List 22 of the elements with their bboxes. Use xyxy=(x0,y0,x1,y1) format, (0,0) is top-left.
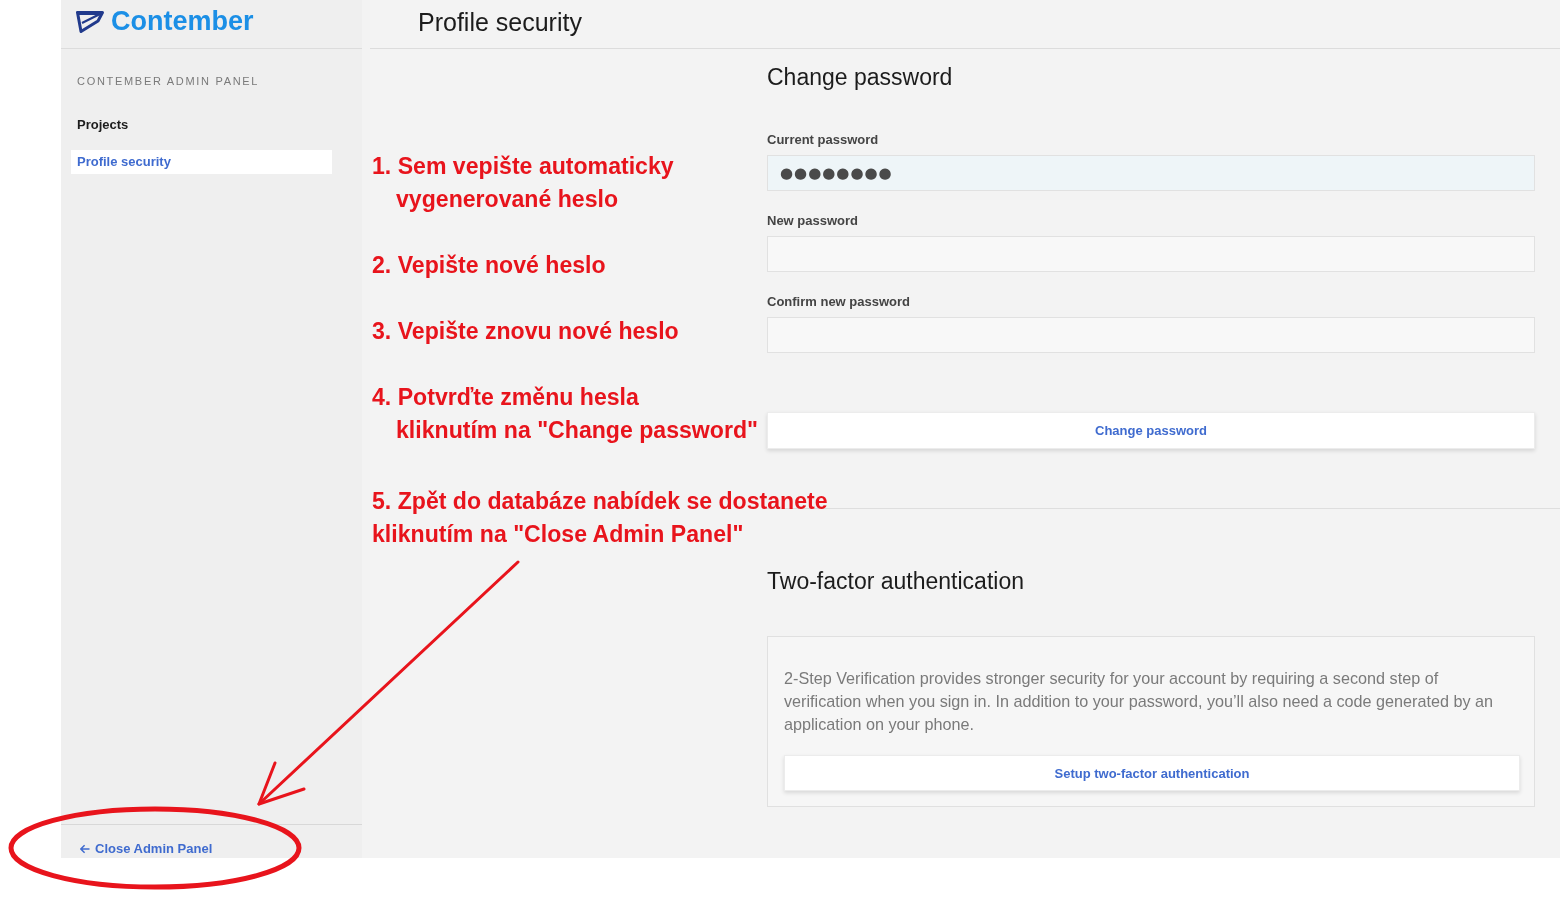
sidebar-item[interactable]: Profile security xyxy=(71,150,332,174)
change-password-button[interactable]: Change password xyxy=(767,412,1535,449)
description-text: 2-Step Verification provides stronger security for your account by requiring a second step of verification when you sign in. In addition to your password, you’ll also need a code generated by an application on your phone. xyxy=(784,668,1495,735)
annotation-text: 5. Zpět do databáze nabídek se dostanete kliknutím na "Close Admin Panel" xyxy=(372,487,828,549)
annotation-text: 2. Vepište nové heslo xyxy=(372,251,606,280)
setup-two-factor-button[interactable]: Setup two-factor authentication xyxy=(784,755,1520,791)
page-title: Profile security xyxy=(418,8,582,37)
close-admin-panel-link[interactable]: Close Admin Panel xyxy=(80,840,213,858)
sidebar-item[interactable]: Projects xyxy=(71,113,332,137)
section-title: Change password xyxy=(767,63,953,91)
logo-text: Contember xyxy=(111,6,254,37)
panel-title: CONTEMBER ADMIN PANEL xyxy=(77,74,260,88)
field-label: New password xyxy=(767,213,859,229)
input-field[interactable]: ●●●●●●●● xyxy=(767,155,1535,191)
arrow-left-icon xyxy=(80,844,90,854)
annotation-text: 4. Potvrďte změnu hesla kliknutím na "Change password" xyxy=(372,383,758,445)
field-label: Current password xyxy=(767,132,879,148)
field-label: Confirm new password xyxy=(767,294,911,310)
annotation-text: 1. Sem vepište automaticky vygenerované heslo xyxy=(372,152,674,214)
annotation-text: 3. Vepište znovu nové heslo xyxy=(372,317,679,346)
section-title: Two-factor authentication xyxy=(767,567,1024,595)
logo-icon xyxy=(76,10,104,33)
